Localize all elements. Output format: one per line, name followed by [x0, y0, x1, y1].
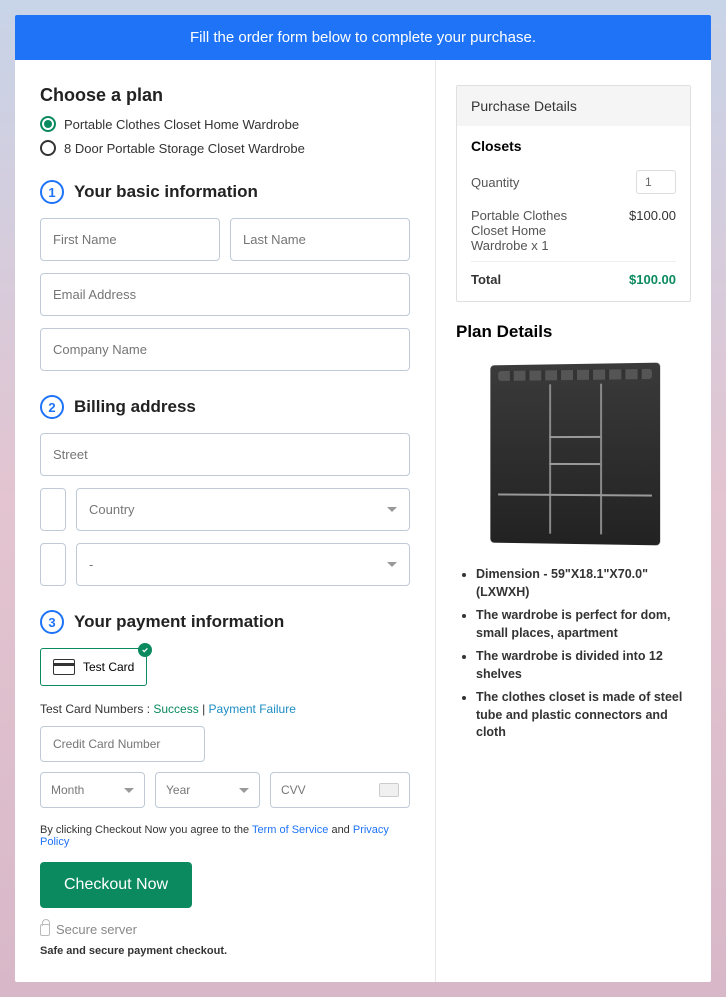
step-number-icon: 1 [40, 180, 64, 204]
month-select[interactable]: Month [40, 772, 145, 808]
content: Choose a plan Portable Clothes Closet Ho… [15, 60, 711, 982]
item-price: $100.00 [629, 208, 676, 253]
test-card-help: Test Card Numbers : Success | Payment Fa… [40, 702, 410, 716]
section-billing: 2 Billing address [40, 395, 410, 419]
chevron-down-icon [124, 788, 134, 793]
bullet-item: The wardrobe is perfect for dom, small p… [476, 607, 691, 642]
email-field[interactable] [40, 273, 410, 316]
section-label: Your payment information [74, 612, 284, 632]
total-label: Total [471, 272, 501, 287]
select-label: Year [166, 783, 190, 797]
plan-option-0[interactable]: Portable Clothes Closet Home Wardrobe [40, 116, 410, 132]
chevron-down-icon [387, 562, 397, 567]
link-failure[interactable]: Payment Failure [209, 702, 296, 716]
card-option-test[interactable]: Test Card [40, 648, 147, 686]
select-label: - [89, 557, 93, 572]
purchase-summary: Purchase Details Closets Quantity Portab… [456, 85, 691, 302]
product-image [474, 354, 674, 554]
cvv-placeholder: CVV [281, 783, 306, 797]
secure-server: Secure server [40, 922, 410, 937]
plan-details-title: Plan Details [456, 322, 691, 342]
plan-option-label: 8 Door Portable Storage Closet Wardrobe [64, 141, 305, 156]
company-field[interactable] [40, 328, 410, 371]
link-success[interactable]: Success [153, 702, 198, 716]
cvv-field[interactable]: CVV [270, 772, 410, 808]
card-small-icon [379, 783, 399, 797]
bullet-item: The wardrobe is divided into 12 shelves [476, 648, 691, 683]
bullet-item: The clothes closet is made of steel tube… [476, 689, 691, 742]
left-column: Choose a plan Portable Clothes Closet Ho… [15, 60, 436, 982]
country-select[interactable]: Country [76, 488, 410, 531]
secure-server-text: Secure server [56, 922, 137, 937]
select-label: Month [51, 783, 84, 797]
zip-field[interactable] [40, 543, 66, 586]
section-payment: 3 Your payment information [40, 610, 410, 634]
section-label: Your basic information [74, 182, 258, 202]
first-name-field[interactable] [40, 218, 220, 261]
check-icon [138, 643, 152, 657]
radio-selected-icon [40, 116, 56, 132]
item-name: Portable Clothes Closet Home Wardrobe x … [471, 208, 601, 253]
quantity-stepper[interactable] [636, 170, 676, 194]
chevron-down-icon [239, 788, 249, 793]
choose-plan-title: Choose a plan [40, 85, 410, 106]
summary-title: Closets [471, 138, 676, 154]
qty-label: Quantity [471, 175, 519, 190]
year-select[interactable]: Year [155, 772, 260, 808]
lock-icon [40, 924, 50, 936]
section-label: Billing address [74, 397, 196, 417]
section-basic: 1 Your basic information [40, 180, 410, 204]
summary-header: Purchase Details [457, 86, 690, 126]
link-tos[interactable]: Term of Service [252, 824, 328, 836]
card-icon [53, 659, 75, 675]
checkout-button[interactable]: Checkout Now [40, 862, 192, 908]
chevron-down-icon [387, 507, 397, 512]
safe-text: Safe and secure payment checkout. [40, 945, 410, 957]
order-form-container: Fill the order form below to complete yo… [15, 15, 711, 982]
step-number-icon: 3 [40, 610, 64, 634]
cc-number-field[interactable] [40, 726, 205, 762]
plan-bullets: Dimension - 59"X18.1"X70.0" (LXWXH) The … [456, 566, 691, 742]
radio-unselected-icon [40, 140, 56, 156]
right-column: Purchase Details Closets Quantity Portab… [436, 60, 711, 982]
street-field[interactable] [40, 433, 410, 476]
city-field[interactable] [40, 488, 66, 531]
total-amount: $100.00 [629, 272, 676, 287]
plan-option-label: Portable Clothes Closet Home Wardrobe [64, 117, 299, 132]
terms-text: By clicking Checkout Now you agree to th… [40, 824, 410, 848]
state-select[interactable]: - [76, 543, 410, 586]
last-name-field[interactable] [230, 218, 410, 261]
select-label: Country [89, 502, 135, 517]
plan-option-1[interactable]: 8 Door Portable Storage Closet Wardrobe [40, 140, 410, 156]
banner: Fill the order form below to complete yo… [15, 15, 711, 60]
step-number-icon: 2 [40, 395, 64, 419]
card-label: Test Card [83, 660, 134, 674]
bullet-item: Dimension - 59"X18.1"X70.0" (LXWXH) [476, 566, 691, 601]
